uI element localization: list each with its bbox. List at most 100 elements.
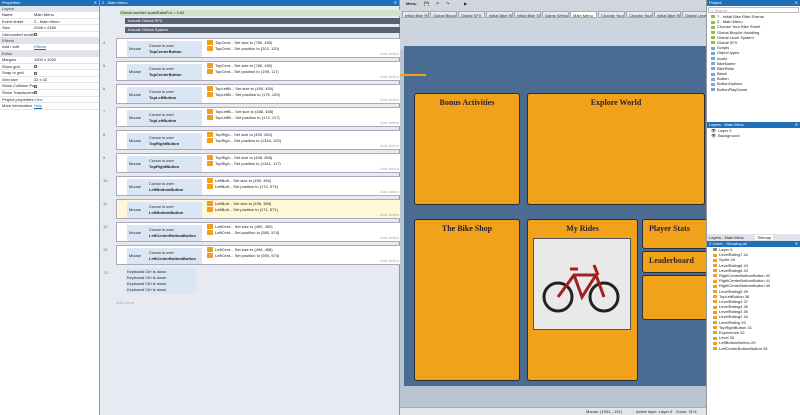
property-row[interactable]: Show grid xyxy=(0,64,99,71)
card-player-stats[interactable]: Player Stats xyxy=(642,219,712,249)
redo-icon[interactable]: ↷ xyxy=(446,1,449,6)
action-row[interactable]: LeftBott... Set position to (171, 571) xyxy=(207,207,387,213)
property-row[interactable]: Snap to grid xyxy=(0,70,99,77)
event-block[interactable]: 5 Mouse Cursor is over TopCenterButton TopCe… xyxy=(103,61,402,81)
event-block[interactable]: 12 Mouse Cursor is over LeftCenterBottomBut… xyxy=(103,222,402,242)
keyboard-condition[interactable]: Keyboard Ctrl Is down xyxy=(127,287,195,293)
event-block[interactable]: 10 Mouse Cursor is over LeftBottomButton Lef… xyxy=(103,176,402,196)
action-row[interactable]: LeftCent... Set position to (580, 574) xyxy=(207,230,387,236)
project-item[interactable]: ButtonPlayGame xyxy=(711,87,800,92)
include-sfx[interactable]: Include Global SFX xyxy=(125,18,400,24)
property-value[interactable] xyxy=(34,70,99,76)
play-icon[interactable]: ▶ xyxy=(464,1,467,6)
close-icon[interactable]: ✕ xyxy=(94,0,97,6)
condition[interactable]: Mouse Cursor is over LeftBottomButton xyxy=(127,202,202,218)
property-value[interactable]: Main Menu xyxy=(34,12,99,18)
view-link[interactable]: View xyxy=(34,97,99,103)
effects-link[interactable]: Effects xyxy=(34,44,99,50)
card-bike-shop[interactable]: The Bike Shop xyxy=(414,219,520,381)
add-action-link[interactable]: Add action xyxy=(380,212,399,217)
save-icon[interactable]: 💾 xyxy=(424,1,429,6)
tab-tilemap[interactable]: Tilemap xyxy=(755,235,774,240)
tab-layers[interactable]: Layers - Main Menu xyxy=(709,235,744,240)
add-action-link[interactable]: Add action xyxy=(380,51,399,56)
property-row[interactable]: Show Translucent Inactive Layers xyxy=(0,90,99,97)
dragged-sprite[interactable] xyxy=(400,74,426,76)
tab-document[interactable]: Main Menu xyxy=(570,11,597,18)
card-leaderboard[interactable]: Leaderboard xyxy=(642,251,712,273)
tab-document[interactable]: Game Welcome xyxy=(542,11,569,18)
property-value[interactable] xyxy=(34,64,99,70)
property-row[interactable]: Event sheet 2 - Main Menu xyxy=(0,19,99,26)
action-row[interactable]: LeftBott... Set position to (174, 574) xyxy=(207,184,387,190)
layer-item[interactable]: 👁 Background xyxy=(711,133,800,138)
property-row[interactable]: Show Collision Polygons xyxy=(0,83,99,90)
action-row[interactable]: TopLeftB... Set position to (172, 117) xyxy=(207,115,387,121)
add-action-link[interactable]: Add action xyxy=(380,235,399,240)
add-event-link[interactable]: Add event xyxy=(116,300,134,305)
tab-document[interactable]: Global Level System xyxy=(682,11,709,18)
add-action-link[interactable]: Add action xyxy=(380,97,399,102)
checkbox[interactable] xyxy=(34,65,37,68)
tab-document[interactable]: Global SFX xyxy=(458,11,485,18)
checkbox[interactable] xyxy=(34,84,37,88)
add-action-link[interactable]: Add action xyxy=(380,166,399,171)
add-action-link[interactable]: Add action xyxy=(380,143,399,148)
add-action-link[interactable]: Add action xyxy=(380,258,399,263)
add-action-link[interactable]: Add action xyxy=(380,120,399,125)
action-row[interactable]: TopCent... Set position to (202, 120) xyxy=(207,46,387,52)
action-row[interactable]: TopRigh... Set position to (1344, 120) xyxy=(207,138,387,144)
property-row[interactable]: Margins 1000 x 1000 xyxy=(0,57,99,64)
global-constant[interactable]: Global number scaleRatioFor = 0.62 xyxy=(120,10,400,16)
tab-document[interactable]: Initial Bike Ride xyxy=(486,11,513,18)
close-icon[interactable]: ✕ xyxy=(795,0,798,6)
undo-icon[interactable]: ↶ xyxy=(436,1,439,6)
search-input[interactable]: ⌕ Search xyxy=(708,7,799,13)
checkbox[interactable] xyxy=(34,33,37,37)
action-row[interactable]: TopLeftB... Set position to (175, 120) xyxy=(207,92,387,98)
property-value[interactable]: 2 - Main Menu xyxy=(34,19,99,25)
tab-document[interactable]: Global Bicycle Handling xyxy=(430,11,457,18)
condition[interactable]: Mouse Cursor is over TopCenterButton xyxy=(127,64,202,80)
event-block[interactable]: 13 Mouse Cursor is over LeftCenterBottomBut… xyxy=(103,245,402,265)
action-row[interactable]: LeftCent... Set position to (590, 574) xyxy=(207,253,387,259)
checkbox[interactable] xyxy=(34,71,37,75)
action-row[interactable]: TopCent... Set position to (198, 117) xyxy=(207,69,387,75)
menu-button[interactable]: Menu xyxy=(406,1,416,6)
card-my-rides[interactable]: My Rides xyxy=(527,219,638,381)
event-block[interactable]: 4 Mouse Cursor is over TopCenterButton TopCe… xyxy=(103,38,402,58)
property-value[interactable]: 32 x 32 xyxy=(34,77,99,83)
condition[interactable]: Mouse Cursor is over TopCenterButton xyxy=(127,41,202,57)
property-value[interactable]: 1000 x 1000 xyxy=(34,57,99,63)
close-icon[interactable]: ✕ xyxy=(394,0,397,6)
property-value[interactable] xyxy=(34,83,99,89)
condition[interactable]: Mouse Cursor is over LeftCenterBottomButto… xyxy=(127,248,202,264)
include-system[interactable]: Include Global System xyxy=(125,27,400,33)
card-explore-world[interactable]: Explore World xyxy=(527,93,705,205)
event-block[interactable]: 9 Mouse Cursor is over TopRightButton TopRig… xyxy=(103,153,402,173)
zorder-item[interactable]: LeftCenterBottomButton 28 xyxy=(713,346,800,351)
tab-document[interactable]: Choose Your Bike xyxy=(598,11,625,18)
condition[interactable]: Mouse Cursor is over LeftCenterBottomButto… xyxy=(127,225,202,241)
close-icon[interactable]: ✕ xyxy=(795,122,798,128)
add-action-link[interactable]: Add action xyxy=(380,189,399,194)
tab-document[interactable]: Initial Bike Ride Events xyxy=(402,11,429,18)
condition[interactable]: Mouse Cursor is over TopRightButton xyxy=(127,133,202,149)
property-value[interactable] xyxy=(34,90,99,96)
layout-canvas[interactable]: Bonus Activities Explore World The Bike … xyxy=(400,46,712,386)
card-bonus-activities[interactable]: Bonus Activities xyxy=(414,93,520,205)
add-action-link[interactable]: Add action xyxy=(380,74,399,79)
eye-icon[interactable]: 👁 xyxy=(711,133,716,138)
condition[interactable]: Mouse Cursor is over TopRightButton xyxy=(127,156,202,172)
checkbox[interactable] xyxy=(34,91,37,95)
card-partial[interactable] xyxy=(642,275,712,320)
property-row[interactable]: Grid size 32 x 32 xyxy=(0,77,99,84)
event-block[interactable]: 11 Mouse Cursor is over LeftBottomButton Lef… xyxy=(103,199,402,219)
help-link[interactable]: Help xyxy=(34,103,99,109)
event-block[interactable]: 6 Mouse Cursor is over TopLeftButton TopLeft… xyxy=(103,84,402,104)
property-value[interactable] xyxy=(34,32,99,38)
condition[interactable]: Mouse Cursor is over TopLeftButton xyxy=(127,87,202,103)
tab-document[interactable]: Initial Bike Sheet xyxy=(514,11,541,18)
event-block[interactable]: 8 Mouse Cursor is over TopRightButton TopRig… xyxy=(103,130,402,150)
tab-document[interactable]: Choose Your Bike Sheet xyxy=(626,11,653,18)
